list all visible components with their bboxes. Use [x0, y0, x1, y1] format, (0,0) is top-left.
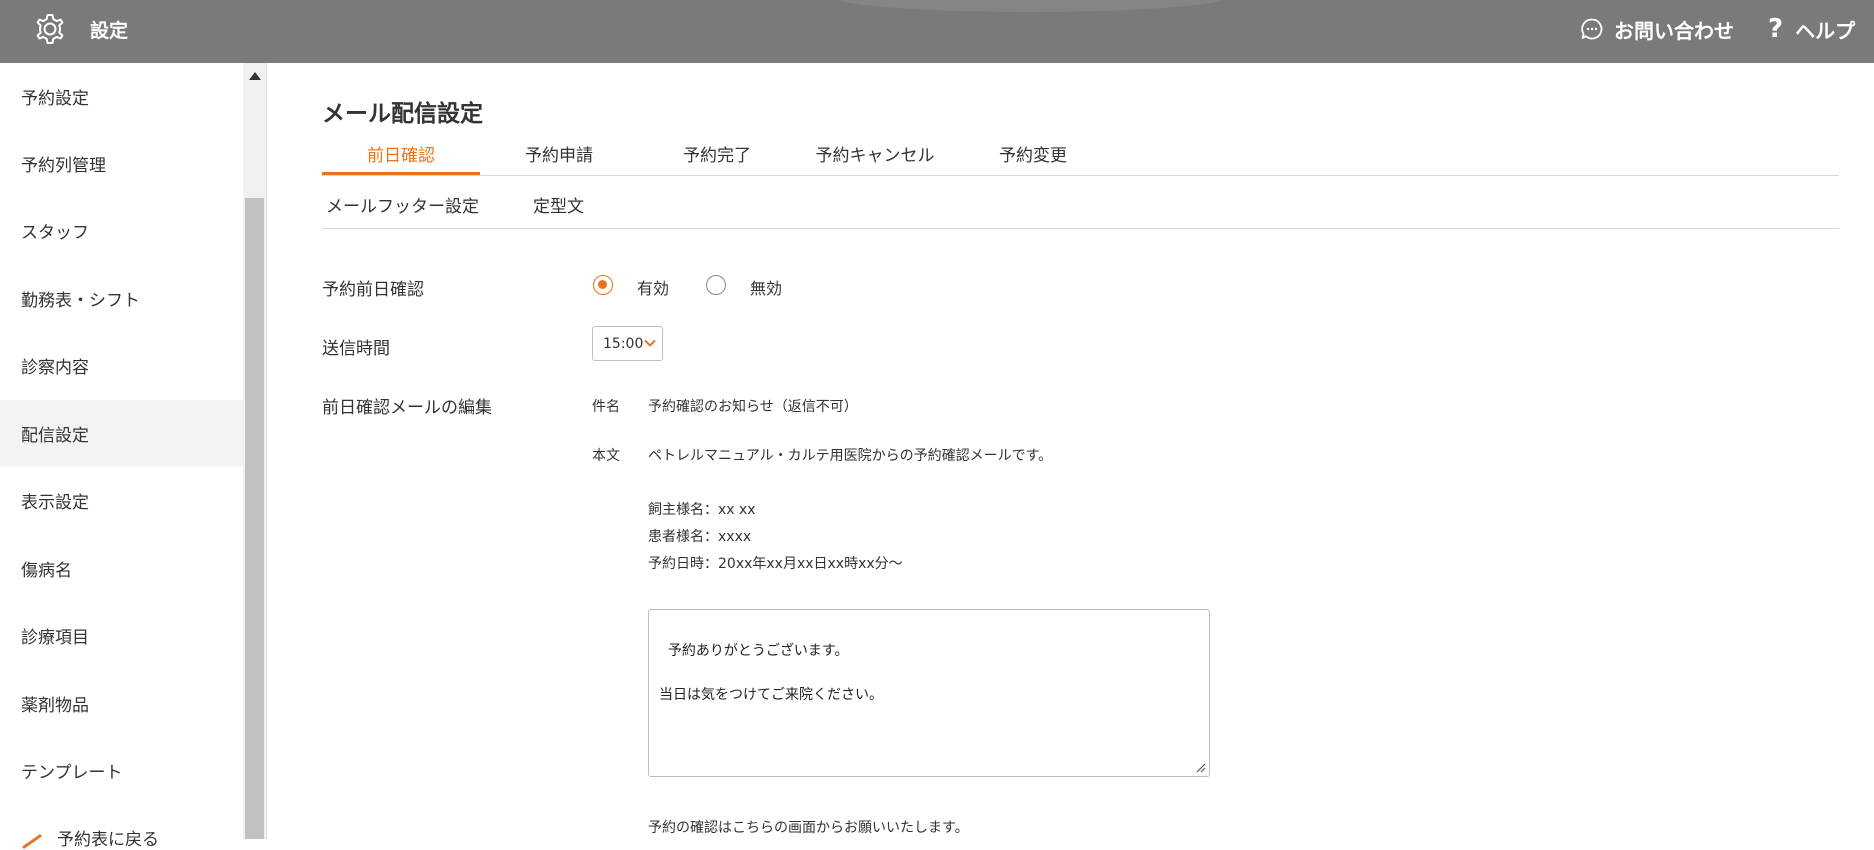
back-arrow-icon	[22, 833, 42, 850]
gear-icon	[36, 14, 64, 44]
sidebar-item-column-management[interactable]: 予約列管理	[0, 130, 243, 196]
chevron-down-icon	[644, 339, 656, 347]
sidebar-item-label: 傷病名	[21, 560, 72, 581]
header-title: 設定	[90, 20, 129, 42]
radio-enabled-label[interactable]: 有効	[637, 275, 669, 299]
reservation-datetime-line: 予約日時：20xx年xx月xx日xx時xx分〜	[648, 556, 903, 572]
sidebar-item-staff[interactable]: スタッフ	[0, 197, 243, 263]
sidebar-item-template[interactable]: テンプレート	[0, 737, 243, 803]
sidebar-item-diagnosis[interactable]: 傷病名	[0, 535, 243, 601]
radio-disabled[interactable]	[706, 275, 726, 295]
sidebar-item-label: スタッフ	[21, 222, 89, 243]
radio-disabled-label[interactable]: 無効	[750, 275, 782, 299]
radio-enabled[interactable]	[593, 275, 613, 295]
tab-day-before[interactable]: 前日確認	[322, 140, 480, 175]
tab-mail-footer[interactable]: メールフッター設定	[326, 192, 479, 228]
sub-tab-bar: メールフッター設定 定型文	[322, 192, 1839, 229]
back-to-schedule-link[interactable]: 予約表に戻る	[21, 825, 159, 850]
chat-bubble-icon	[1581, 18, 1603, 40]
sidebar-item-treatment-items[interactable]: 診療項目	[0, 602, 243, 668]
custom-message-textarea[interactable]: 予約ありがとうございます。 当日は気をつけてご来院ください。	[648, 609, 1210, 777]
tab-cancel[interactable]: 予約キャンセル	[796, 140, 954, 175]
help-label: ヘルプ	[1795, 18, 1856, 43]
top-header: 設定 お問い合わせ ? ヘルプ	[0, 0, 1874, 63]
sidebar-item-reservation-settings[interactable]: 予約設定	[0, 63, 243, 129]
help-link[interactable]: ? ヘルプ	[1768, 14, 1855, 44]
tab-change[interactable]: 予約変更	[954, 140, 1112, 175]
sidebar-item-label: 薬剤物品	[21, 695, 89, 716]
send-time-value: 15:00	[603, 335, 644, 352]
sidebar-item-delivery-settings[interactable]: 配信設定	[0, 400, 243, 466]
body-label: 本文	[592, 448, 620, 464]
body-intro-text: ペトレルマニュアル・カルテ用医院からの予約確認メールです。	[648, 448, 1053, 464]
header-decoration	[830, 0, 1230, 12]
sidebar-item-label: 診療項目	[21, 627, 89, 648]
tab-completed[interactable]: 予約完了	[638, 140, 796, 175]
page-title: メール配信設定	[322, 101, 483, 127]
subject-label: 件名	[592, 399, 620, 415]
custom-message-text: 予約ありがとうございます。 当日は気をつけてご来院ください。	[659, 643, 883, 703]
sidebar-item-label: 予約列管理	[21, 155, 106, 176]
resize-grip-icon[interactable]	[1195, 762, 1206, 773]
sidebar: 予約設定 予約列管理 スタッフ 勤務表・シフト 診察内容 配信設定 表示設定 傷…	[0, 63, 243, 850]
sidebar-item-medicine[interactable]: 薬剤物品	[0, 670, 243, 736]
send-time-label: 送信時間	[322, 339, 390, 359]
sidebar-item-label: 表示設定	[21, 492, 89, 513]
send-time-select[interactable]: 15:00	[592, 326, 663, 361]
subject-value: 予約確認のお知らせ（返信不可）	[648, 399, 858, 415]
footer-line: 予約の確認はこちらの画面からお願いいたします。	[648, 820, 969, 836]
sidebar-scrollbar[interactable]	[243, 63, 267, 839]
sidebar-item-consultation[interactable]: 診察内容	[0, 332, 243, 398]
tab-application[interactable]: 予約申請	[480, 140, 638, 175]
sidebar-item-display-settings[interactable]: 表示設定	[0, 467, 243, 533]
question-mark-icon: ?	[1768, 14, 1784, 44]
reminder-label: 予約前日確認	[322, 280, 424, 300]
edit-mail-label: 前日確認メールの編集	[322, 398, 492, 418]
contact-link[interactable]: お問い合わせ	[1580, 14, 1734, 44]
back-label: 予約表に戻る	[57, 830, 159, 850]
scrollbar-thumb[interactable]	[245, 198, 264, 839]
owner-name-line: 飼主様名：xx xx	[648, 502, 756, 518]
sidebar-item-label: 診察内容	[21, 357, 89, 378]
tab-fixed-text[interactable]: 定型文	[533, 192, 584, 228]
contact-label: お問い合わせ	[1614, 18, 1734, 43]
sidebar-item-shift[interactable]: 勤務表・シフト	[0, 265, 243, 331]
sidebar-item-label: 勤務表・シフト	[21, 290, 140, 311]
scroll-up-arrow-icon[interactable]	[249, 72, 261, 80]
tab-bar: 前日確認 予約申請 予約完了 予約キャンセル 予約変更	[322, 140, 1839, 176]
sidebar-item-label: 予約設定	[21, 88, 89, 109]
sidebar-item-label: テンプレート	[21, 762, 123, 783]
patient-name-line: 患者様名：xxxx	[648, 529, 752, 545]
sidebar-item-label: 配信設定	[21, 425, 89, 446]
